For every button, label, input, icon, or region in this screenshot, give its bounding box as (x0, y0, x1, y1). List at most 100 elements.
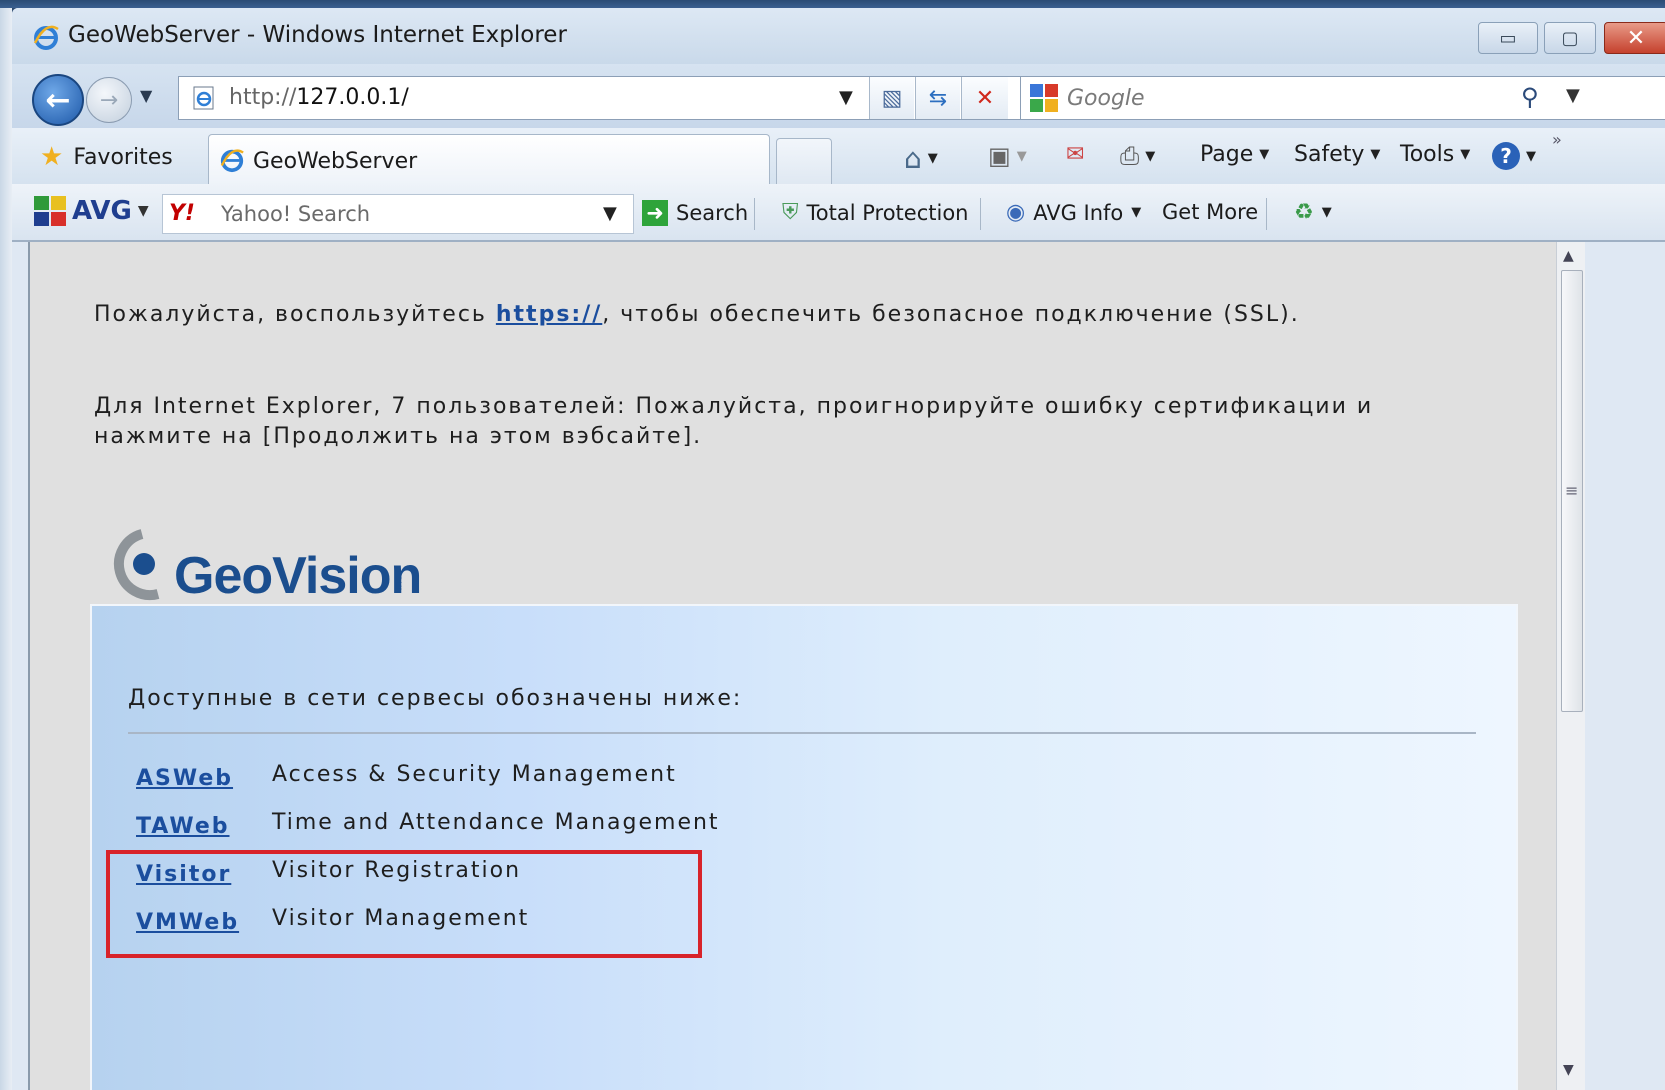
browser-window: GeoWebServer - Windows Internet Explorer… (12, 8, 1665, 1090)
tab-geowebserver[interactable]: GeoWebServer (208, 134, 770, 185)
highlight-annotation-box (106, 850, 702, 958)
internet-explorer-icon (220, 149, 244, 173)
yahoo-search-placeholder: Yahoo! Search (221, 202, 371, 226)
help-menu[interactable]: ? ▼ (1492, 142, 1536, 170)
command-bar: ★ Favorites GeoWebServer ⌂ ▼ ▣ ▼ ✉ ⎙ ▼ P… (12, 128, 1665, 185)
avg-brand: AVG (72, 196, 132, 226)
chevron-down-icon: ▼ (1259, 147, 1270, 162)
available-services-heading: Доступные в сети сервесы обозначены ниже… (128, 686, 743, 711)
rss-feed-icon: ▣ (988, 142, 1011, 170)
window-title: GeoWebServer - Windows Internet Explorer (68, 22, 567, 48)
star-icon: ★ (40, 142, 64, 172)
internet-explorer-icon (33, 25, 59, 50)
forward-button[interactable]: → (86, 77, 132, 123)
yahoo-search-input[interactable]: Y! Yahoo! Search ▼ (162, 194, 634, 234)
logo-inc: Inc. (393, 572, 405, 591)
chevron-down-icon: ▼ (137, 203, 149, 219)
page-menu-label: Page (1200, 142, 1254, 167)
mail-icon: ✉ (1066, 142, 1085, 167)
vertical-scrollbar[interactable]: ▲ ≡ ▼ (1556, 242, 1585, 1090)
chevron-down-icon: ▼ (1526, 148, 1536, 164)
chevron-down-icon: ▼ (1460, 147, 1471, 162)
tab-label: GeoWebServer (253, 149, 418, 174)
home-icon: ⌂ (904, 142, 922, 175)
options-icon: ♻ (1294, 200, 1314, 225)
avg-info-menu[interactable]: ◉ AVG Info ▼ (1006, 200, 1141, 225)
page-content: Пожалуйста, воспользуйтесь https://, что… (28, 242, 1558, 1090)
yahoo-icon: Y! (169, 201, 195, 226)
recent-pages-dropdown[interactable]: ▼ (140, 86, 152, 105)
refresh-icon: ⇆ (928, 85, 948, 111)
total-protection-label: Total Protection (806, 200, 969, 225)
avg-menu[interactable]: AVG ▼ (34, 196, 149, 226)
compatibility-view-button[interactable]: ▧ (869, 77, 914, 119)
refresh-button[interactable]: ⇆ (915, 77, 960, 119)
chevron-down-icon: ▼ (1321, 205, 1332, 220)
chevron-more-icon[interactable]: » (1552, 130, 1562, 149)
https-link[interactable]: https:// (496, 302, 602, 327)
avg-search-button[interactable]: ➜ Search (642, 200, 748, 226)
back-button[interactable]: ← (32, 74, 84, 126)
chevron-down-icon: ▼ (1370, 147, 1381, 162)
address-host: 127.0.0.1/ (296, 85, 409, 110)
chevron-down-icon: ▼ (927, 151, 938, 166)
service-description: Time and Attendance Management (272, 810, 720, 835)
address-dropdown[interactable]: ▼ (839, 87, 853, 108)
chevron-down-icon[interactable]: ▼ (603, 203, 617, 224)
ie7-certificate-note: Для Internet Explorer, 7 пользователей: … (94, 394, 1374, 449)
service-link-asweb[interactable]: ASWeb (136, 766, 233, 791)
get-more-button[interactable]: Get More (1162, 200, 1258, 224)
chevron-down-icon: ▼ (1016, 148, 1027, 164)
printer-icon: ⎙ (1120, 142, 1140, 170)
stop-icon: ✕ (975, 85, 995, 111)
maximize-button[interactable]: ▢ (1544, 22, 1596, 54)
feeds-button[interactable]: ▣ ▼ (988, 142, 1027, 170)
toolbar-separator (754, 198, 755, 230)
ssl-notice: Пожалуйста, воспользуйтесь https://, что… (94, 302, 1300, 327)
page-menu[interactable]: Page ▼ (1200, 142, 1269, 167)
close-button[interactable]: ✕ (1604, 22, 1665, 54)
home-button[interactable]: ⌂ ▼ (904, 142, 938, 175)
read-mail-button[interactable]: ✉ (1066, 142, 1084, 167)
safety-menu-label: Safety (1294, 142, 1365, 167)
minimize-button[interactable]: ▭ (1478, 22, 1538, 54)
stop-button[interactable]: ✕ (961, 77, 1008, 119)
services-panel: Доступные в сети сервесы обозначены ниже… (90, 604, 1518, 1090)
tools-menu[interactable]: Tools ▼ (1400, 142, 1470, 167)
favorites-button[interactable]: ★ Favorites (40, 142, 173, 172)
favorites-label: Favorites (73, 144, 173, 170)
avg-info-label: AVG Info (1033, 200, 1124, 225)
grip-icon: ≡ (1565, 481, 1579, 500)
ssl-notice-text: Пожалуйста, воспользуйтесь (94, 302, 496, 327)
minimize-icon: ▭ (1499, 27, 1517, 49)
service-link-taweb[interactable]: TAWeb (136, 814, 230, 839)
divider (128, 732, 1476, 734)
toolbar-separator (980, 198, 981, 230)
service-description: Access & Security Management (272, 762, 677, 787)
search-placeholder: Google (1067, 86, 1145, 111)
total-protection-button[interactable]: ⛨ Total Protection (782, 200, 968, 225)
search-icon[interactable]: ⚲ (1521, 83, 1539, 111)
avg-options-button[interactable]: ♻ ▼ (1294, 200, 1332, 225)
print-button[interactable]: ⎙ ▼ (1120, 142, 1155, 170)
search-options-dropdown[interactable]: ▼ (1566, 85, 1580, 106)
scroll-down-arrow-icon[interactable]: ▼ (1563, 1062, 1574, 1078)
get-more-label: Get More (1162, 200, 1259, 224)
scroll-up-arrow-icon[interactable]: ▲ (1563, 248, 1574, 264)
logo-wordmark: GeoVision (174, 547, 422, 605)
chevron-down-icon: ▼ (1145, 148, 1156, 164)
address-text[interactable]: http://127.0.0.1/ (229, 85, 409, 110)
info-globe-icon: ◉ (1006, 200, 1026, 225)
search-box[interactable]: Google ⚲ ▼ (1020, 76, 1665, 120)
avg-toolbar: AVG ▼ Y! Yahoo! Search ▼ ➜ Search ⛨ Tota… (12, 184, 1665, 242)
new-tab-button[interactable] (776, 138, 832, 185)
chevron-down-icon: ▼ (1131, 205, 1142, 220)
navigation-bar: ← → ▼ http://127.0.0.1/ ▼ ▧ ⇆ ✕ Google ⚲ (12, 64, 1665, 128)
search-button-label: Search (676, 201, 749, 225)
safety-menu[interactable]: Safety ▼ (1294, 142, 1380, 167)
shield-icon: ⛨ (782, 200, 799, 225)
maximize-icon: ▢ (1561, 27, 1579, 49)
google-icon (1030, 84, 1058, 112)
scroll-thumb[interactable]: ≡ (1561, 270, 1583, 712)
tools-menu-label: Tools (1400, 142, 1455, 167)
